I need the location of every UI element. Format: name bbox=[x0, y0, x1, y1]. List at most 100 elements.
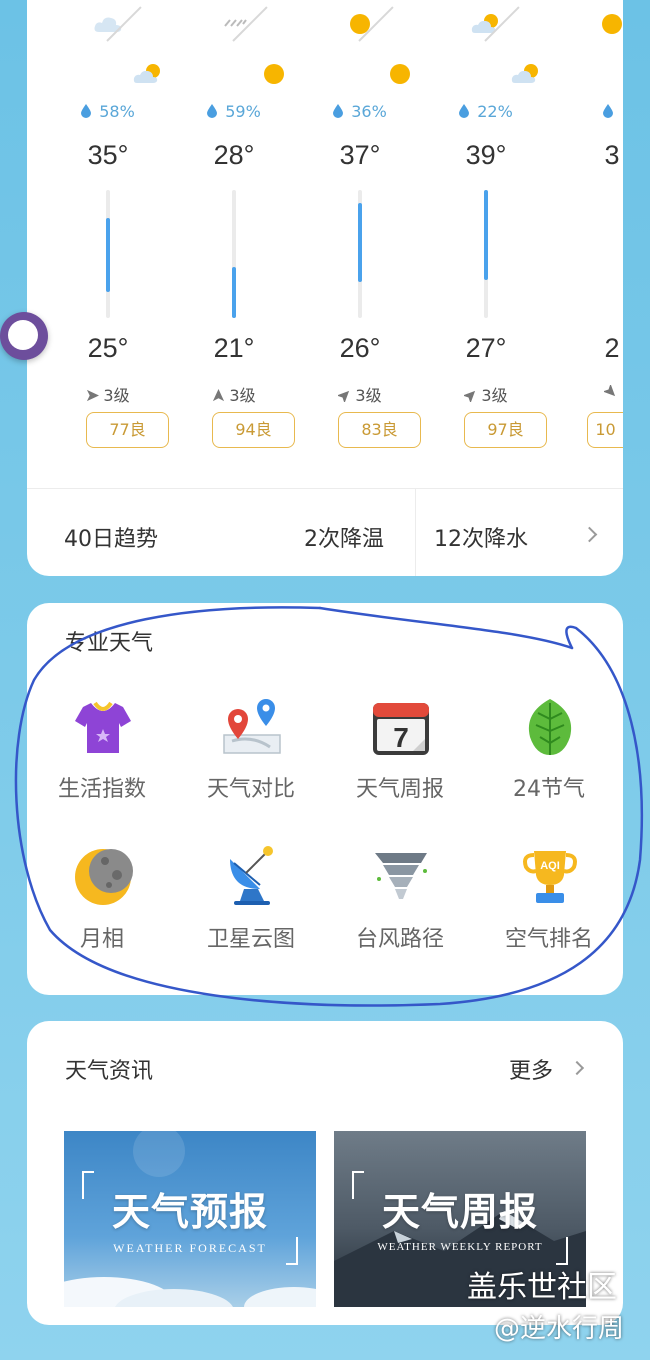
high-temp: 39° bbox=[465, 140, 507, 170]
trend-40day-label[interactable]: 40日趋势 bbox=[64, 521, 158, 553]
tile-label: 生活指数 bbox=[57, 777, 146, 802]
low-temp: 21° bbox=[213, 333, 255, 363]
high-temp: 3 bbox=[604, 140, 620, 170]
map-pins-icon bbox=[223, 699, 281, 754]
satellite-dish-icon bbox=[230, 846, 273, 905]
raindrop-icon bbox=[207, 104, 218, 118]
precip-chance: 58% bbox=[45, 102, 171, 126]
partly-cloudy-icon bbox=[511, 64, 538, 83]
tile-label: 卫星云图 bbox=[206, 927, 295, 952]
wind-direction-icon bbox=[464, 390, 476, 402]
precip-value: 22% bbox=[477, 102, 513, 121]
tshirt-icon bbox=[75, 701, 131, 753]
calendar-icon: 7 bbox=[373, 703, 429, 755]
news-thumbnail-forecast[interactable]: 天气预报 WEATHER FORECAST bbox=[64, 1131, 316, 1307]
forecast-day[interactable]: 36% 37° 26° 3级 83良 bbox=[297, 0, 423, 448]
forecast-day[interactable]: 59% 28° 21° 3级 94良 bbox=[171, 0, 297, 448]
air-rank-button[interactable]: AQI 空气排名 bbox=[474, 845, 623, 977]
low-temp: 2 bbox=[604, 333, 620, 363]
weekly-report-button[interactable]: 7 天气周报 bbox=[325, 695, 475, 827]
low-temp: 26° bbox=[339, 333, 381, 363]
forecast-day[interactable]: 22% 39° 27° 3级 97良 bbox=[423, 0, 549, 448]
chevron-right-icon[interactable] bbox=[569, 1060, 585, 1076]
precip-value: 36% bbox=[351, 102, 387, 121]
trend-rain-count[interactable]: 12次降水 bbox=[434, 521, 528, 553]
chevron-right-icon[interactable] bbox=[581, 526, 598, 543]
cloudy-icon bbox=[94, 17, 122, 32]
watermark-user: @逆水行周 bbox=[494, 1314, 625, 1344]
wind-level: 3级 bbox=[423, 382, 549, 406]
trend-cooling-count[interactable]: 2次降温 bbox=[304, 521, 384, 553]
typhoon-button[interactable]: 台风路径 bbox=[325, 845, 475, 977]
floating-assistive-button[interactable] bbox=[0, 312, 48, 360]
precip-value: 58% bbox=[99, 102, 135, 121]
pro-weather-card: 专业天气 生活指数 天气对比 7 天气周报 24节气 月相 卫星云图 台风路径 … bbox=[27, 603, 623, 995]
raindrop-icon bbox=[603, 104, 613, 118]
tile-label: 24节气 bbox=[513, 777, 585, 802]
weather-compare-button[interactable]: 天气对比 bbox=[176, 695, 326, 827]
more-link[interactable]: 更多 bbox=[509, 1053, 553, 1085]
partly-cloudy-icon bbox=[133, 64, 160, 83]
wind-value: 3级 bbox=[481, 386, 508, 405]
solar-terms-button[interactable]: 24节气 bbox=[474, 695, 623, 827]
moon-icon bbox=[75, 849, 133, 905]
temp-range-track bbox=[232, 190, 236, 318]
temp-range-bar bbox=[106, 218, 110, 293]
wind-direction-icon bbox=[338, 390, 350, 402]
temp-range-bar bbox=[358, 202, 362, 283]
forecast-day[interactable]: 58% 35° 25° 3级 77良 bbox=[45, 0, 171, 448]
low-temp: 27° bbox=[465, 333, 507, 363]
temp-range-track bbox=[358, 190, 362, 318]
wind-level bbox=[549, 382, 623, 406]
trend-row[interactable]: 40日趋势 2次降温 12次降水 bbox=[27, 489, 623, 576]
forecast-day[interactable]: 3 2 10 bbox=[549, 0, 623, 448]
wind-value: 3级 bbox=[103, 386, 130, 405]
partly-cloudy-icon bbox=[471, 14, 498, 33]
high-temp: 28° bbox=[213, 140, 255, 170]
temp-range-bar bbox=[484, 190, 488, 280]
sunny-icon bbox=[350, 14, 370, 34]
tile-label: 月相 bbox=[79, 927, 124, 952]
divider bbox=[415, 489, 416, 576]
wind-value: 3级 bbox=[355, 386, 382, 405]
news-card-subtitle: WEATHER WEEKLY REPORT bbox=[377, 1241, 543, 1253]
moon-phase-button[interactable]: 月相 bbox=[27, 845, 177, 977]
temp-range-track bbox=[106, 190, 110, 318]
temp-range-track bbox=[484, 190, 488, 318]
aqi-badge[interactable]: 83良 bbox=[338, 412, 421, 448]
raindrop-icon bbox=[333, 104, 344, 118]
precip-chance: 22% bbox=[423, 102, 549, 126]
wind-value: 3级 bbox=[229, 386, 256, 405]
forecast-card: 58% 35° 25° 3级 77良 59% 28° 21° 3级 94良 36% 37° 26° 3级 8… bbox=[27, 0, 623, 576]
high-temp: 37° bbox=[339, 140, 381, 170]
news-card-title: 天气周报 bbox=[381, 1189, 538, 1234]
tile-label: 空气排名 bbox=[504, 927, 593, 952]
precip-chance bbox=[549, 102, 623, 126]
calendar-day: 7 bbox=[393, 722, 409, 753]
aqi-badge[interactable]: 10 bbox=[587, 412, 623, 448]
aqi-badge[interactable]: 77良 bbox=[86, 412, 169, 448]
trophy-icon: AQI bbox=[523, 851, 577, 903]
wind-direction-icon bbox=[213, 389, 225, 402]
low-temp: 25° bbox=[87, 333, 129, 363]
leaf-icon bbox=[528, 699, 572, 755]
precip-chance: 59% bbox=[171, 102, 297, 126]
raindrop-icon bbox=[459, 104, 470, 118]
wind-level: 3级 bbox=[171, 382, 297, 406]
tile-label: 天气对比 bbox=[206, 777, 295, 802]
section-title: 天气资讯 bbox=[65, 1059, 154, 1084]
sunny-icon bbox=[602, 14, 622, 34]
satellite-button[interactable]: 卫星云图 bbox=[176, 845, 326, 977]
assistive-dot-icon bbox=[8, 320, 38, 350]
wind-direction-icon bbox=[87, 389, 100, 402]
section-title: 专业天气 bbox=[65, 631, 154, 656]
precip-value: 59% bbox=[225, 102, 261, 121]
aqi-badge[interactable]: 97良 bbox=[464, 412, 547, 448]
tornado-icon bbox=[375, 853, 427, 899]
sunny-icon bbox=[390, 64, 410, 84]
life-index-button[interactable]: 生活指数 bbox=[27, 695, 177, 827]
wind-direction-icon bbox=[603, 385, 615, 397]
aqi-badge[interactable]: 94良 bbox=[212, 412, 295, 448]
sunny-icon bbox=[264, 64, 284, 84]
precip-chance: 36% bbox=[297, 102, 423, 126]
